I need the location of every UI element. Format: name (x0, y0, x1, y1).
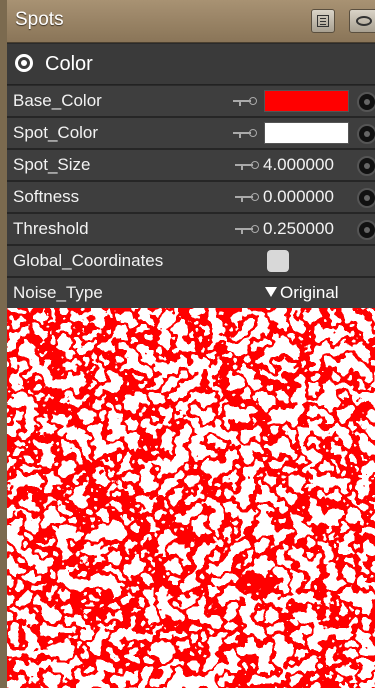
key-icon[interactable] (235, 161, 261, 170)
color-section-header[interactable]: Color (7, 44, 375, 85)
target-icon (15, 54, 33, 72)
base-color-swatch[interactable] (264, 90, 349, 112)
property-label: Softness (13, 187, 80, 206)
dial-icon[interactable] (357, 156, 375, 176)
key-icon[interactable] (235, 193, 261, 202)
property-label: Threshold (13, 219, 89, 238)
eye-icon (356, 16, 372, 26)
property-row-noise-type[interactable]: Noise_Type Original (7, 278, 375, 310)
property-row-softness[interactable]: Softness 0.000000 (7, 182, 375, 214)
property-row-base-color[interactable]: Base_Color (7, 86, 375, 118)
key-icon[interactable] (233, 97, 259, 106)
property-label: Global_Coordinates (13, 251, 164, 270)
global-coordinates-checkbox[interactable] (267, 250, 289, 272)
noise-type-dropdown[interactable]: Original (265, 283, 339, 303)
panel-title: Spots (15, 9, 64, 30)
spot-color-swatch[interactable] (264, 122, 349, 144)
property-row-spot-size[interactable]: Spot_Size 4.000000 (7, 150, 375, 182)
title-bar: Spots (7, 0, 375, 43)
noise-type-value: Original (280, 283, 339, 302)
spots-noise-image (7, 308, 375, 688)
section-label: Color (45, 53, 93, 75)
property-row-threshold[interactable]: Threshold 0.250000 (7, 214, 375, 246)
dial-icon[interactable] (357, 92, 375, 112)
property-label: Noise_Type (13, 283, 103, 302)
texture-preview (7, 308, 375, 688)
dial-icon[interactable] (357, 124, 375, 144)
dial-icon[interactable] (357, 220, 375, 240)
property-row-global-coordinates[interactable]: Global_Coordinates (7, 246, 375, 278)
property-label: Spot_Color (13, 123, 99, 142)
spots-panel: Spots Color Base_Color Spot_Color Spot_S… (7, 0, 375, 688)
visibility-button[interactable] (349, 9, 375, 33)
property-label: Spot_Size (13, 155, 91, 174)
softness-value[interactable]: 0.000000 (263, 187, 334, 207)
triangle-down-icon (265, 287, 277, 297)
list-view-button[interactable] (311, 9, 335, 33)
spot-size-value[interactable]: 4.000000 (263, 155, 334, 175)
threshold-value[interactable]: 0.250000 (263, 219, 334, 239)
dial-icon[interactable] (357, 188, 375, 208)
list-icon (317, 15, 329, 27)
property-label: Base_Color (13, 91, 102, 110)
key-icon[interactable] (233, 129, 259, 138)
key-icon[interactable] (235, 225, 261, 234)
property-row-spot-color[interactable]: Spot_Color (7, 118, 375, 150)
